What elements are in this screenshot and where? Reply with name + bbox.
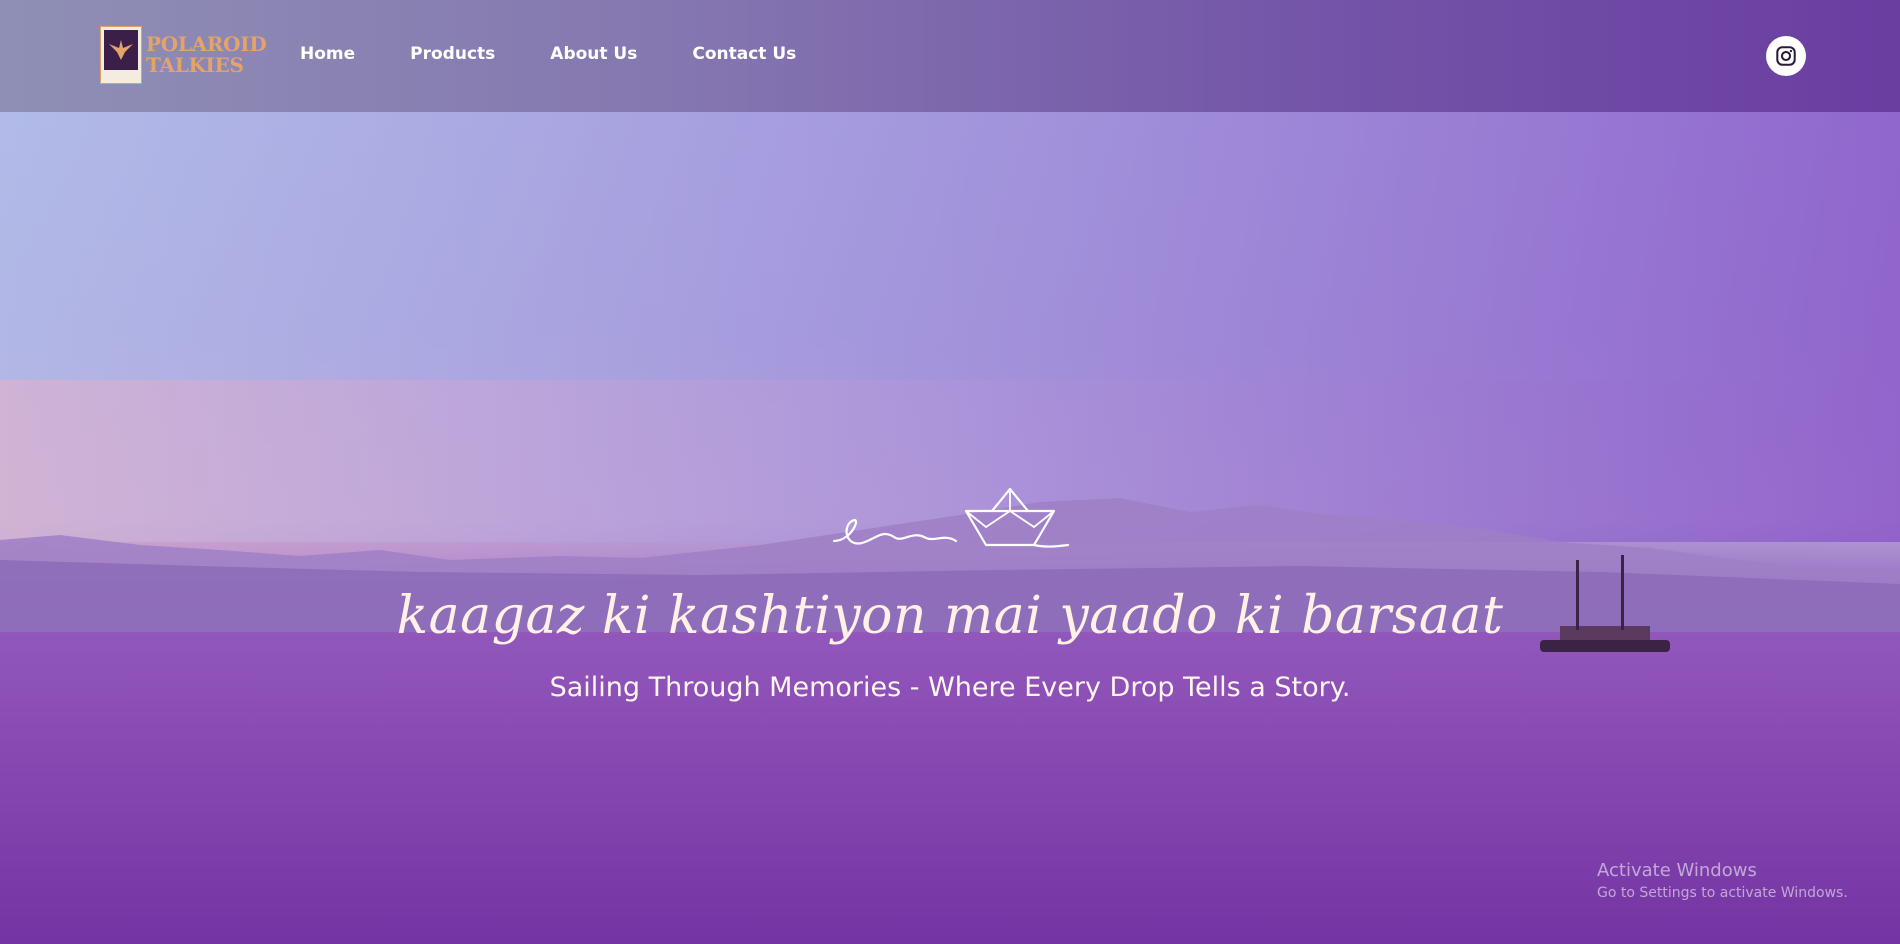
main-nav: Home Products About Us Contact Us (300, 44, 851, 64)
polaroid-frame-logo-icon (100, 26, 142, 84)
instagram-button[interactable] (1766, 36, 1806, 76)
sea-background-image (0, 112, 1900, 944)
phoenix-emblem-icon (109, 40, 133, 60)
nav-products-link[interactable]: Products (410, 44, 495, 64)
watermark-title: Activate Windows (1597, 860, 1757, 881)
nav-about-link[interactable]: About Us (550, 44, 637, 64)
activate-windows-watermark: Activate Windows Go to Settings to activ… (1597, 860, 1848, 901)
nav-home-link[interactable]: Home (300, 44, 355, 64)
nav-contact-link[interactable]: Contact Us (692, 44, 796, 64)
hero-tagline: kaagaz ki kashtiyon mai yaado ki barsaat (396, 586, 1504, 646)
instagram-icon (1776, 46, 1796, 66)
brand-logo[interactable]: POLAROID TALKIES (100, 25, 272, 85)
hero-subtitle: Sailing Through Memories - Where Every D… (549, 672, 1351, 703)
top-navbar: POLAROID TALKIES Home Products About Us … (0, 0, 1900, 112)
landing-page: POLAROID TALKIES Home Products About Us … (0, 0, 1900, 944)
paper-boat-icon (832, 487, 1070, 548)
watermark-subtitle: Go to Settings to activate Windows. (1597, 885, 1848, 901)
brand-name: POLAROID TALKIES (146, 32, 267, 77)
brand-name-line2: TALKIES (146, 53, 244, 77)
brand-name-line1: POLAROID (146, 32, 267, 56)
